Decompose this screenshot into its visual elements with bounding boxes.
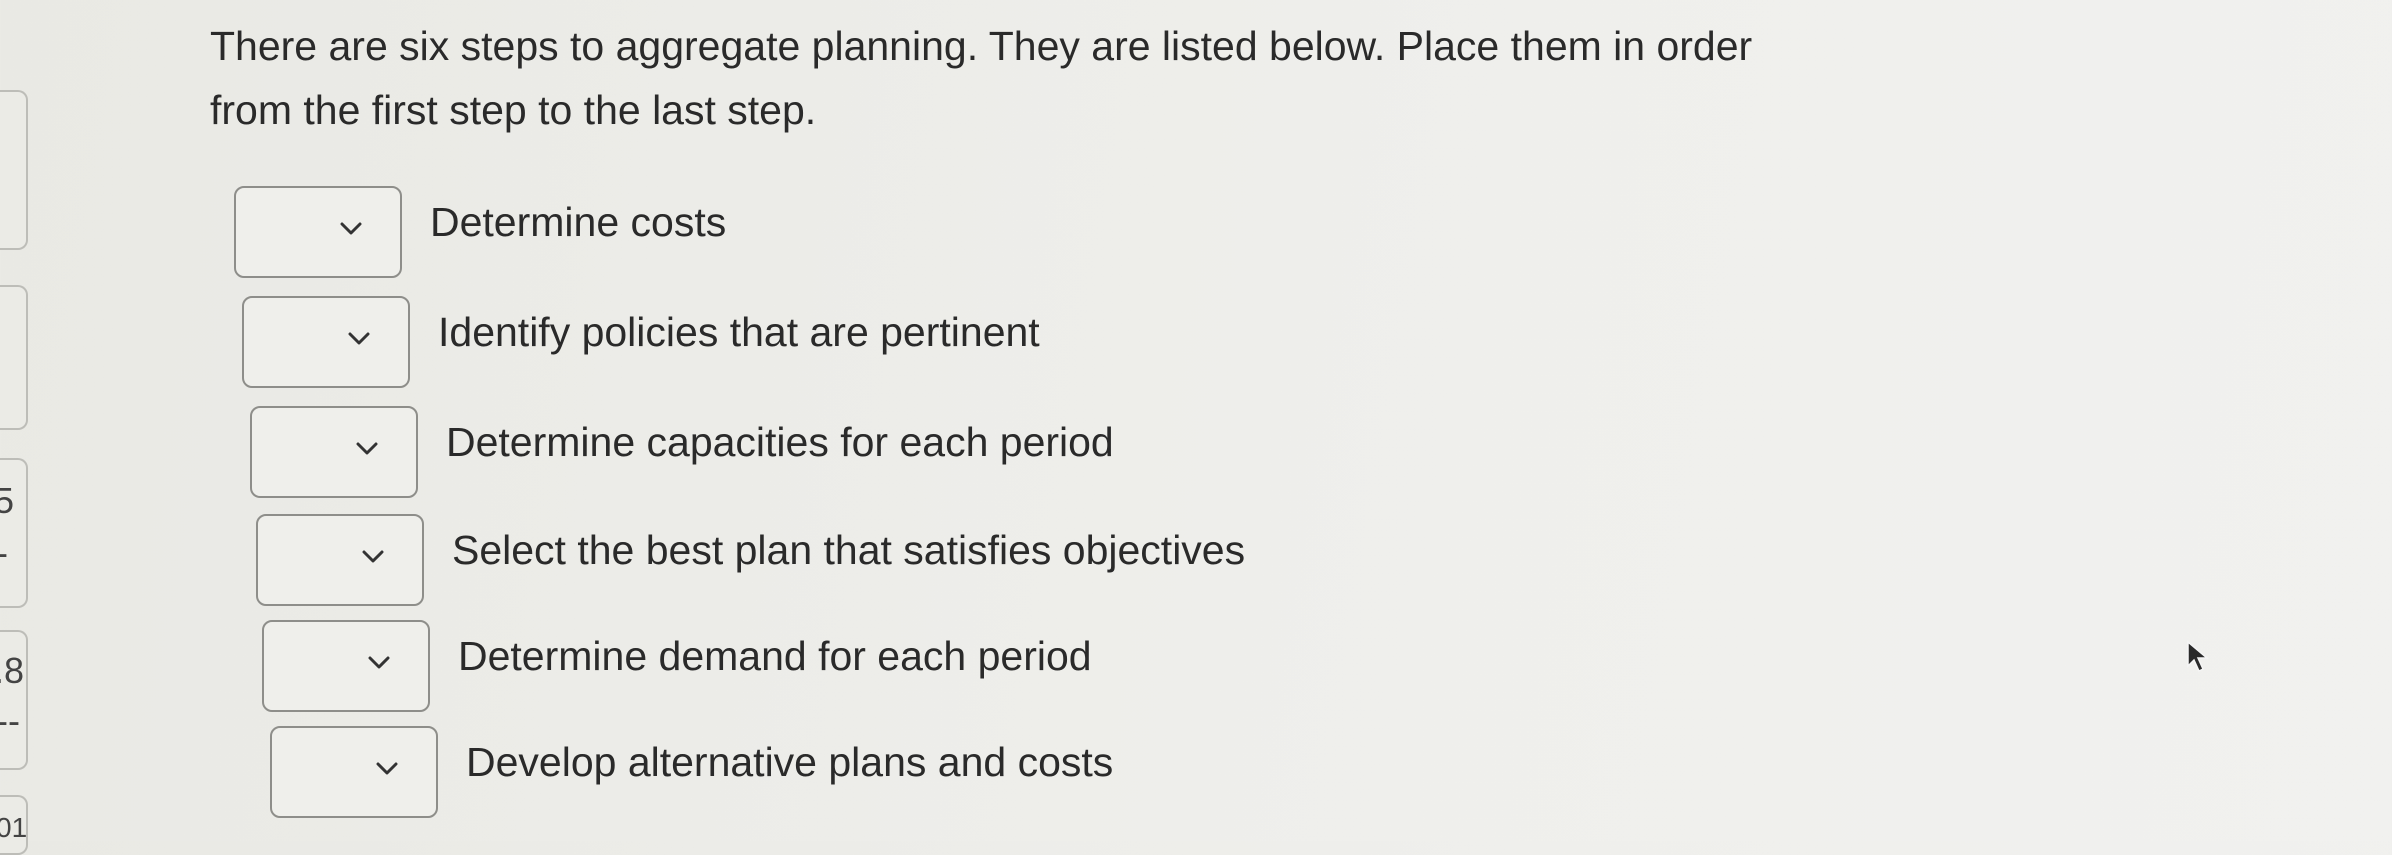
item-label: Determine capacities for each period xyxy=(446,418,1114,465)
chevron-down-icon xyxy=(362,542,384,572)
ordering-list: Determine costs Identify policies that a… xyxy=(0,0,2392,841)
order-select-6[interactable] xyxy=(270,726,438,818)
order-select-4[interactable] xyxy=(256,514,424,606)
item-label: Determine demand for each period xyxy=(458,632,1092,679)
list-item: Determine costs xyxy=(234,184,726,280)
chevron-down-icon xyxy=(356,434,378,464)
mouse-pointer-icon xyxy=(2186,640,2212,674)
order-select-1[interactable] xyxy=(234,186,402,278)
chevron-down-icon xyxy=(368,648,390,678)
chevron-down-icon xyxy=(376,754,398,784)
list-item: Determine capacities for each period xyxy=(250,404,1114,500)
item-label: Determine costs xyxy=(430,198,727,245)
item-label: Select the best plan that satisfies obje… xyxy=(452,526,1246,573)
item-label: Identify policies that are pertinent xyxy=(438,308,1040,355)
order-select-2[interactable] xyxy=(242,296,410,388)
item-label: Develop alternative plans and costs xyxy=(466,738,1114,785)
chevron-down-icon xyxy=(348,324,370,354)
order-select-5[interactable] xyxy=(262,620,430,712)
list-item: Develop alternative plans and costs xyxy=(270,724,1113,820)
list-item: Select the best plan that satisfies obje… xyxy=(256,512,1245,608)
list-item: Identify policies that are pertinent xyxy=(242,294,1040,390)
chevron-down-icon xyxy=(340,214,362,244)
list-item: Determine demand for each period xyxy=(262,618,1092,714)
order-select-3[interactable] xyxy=(250,406,418,498)
